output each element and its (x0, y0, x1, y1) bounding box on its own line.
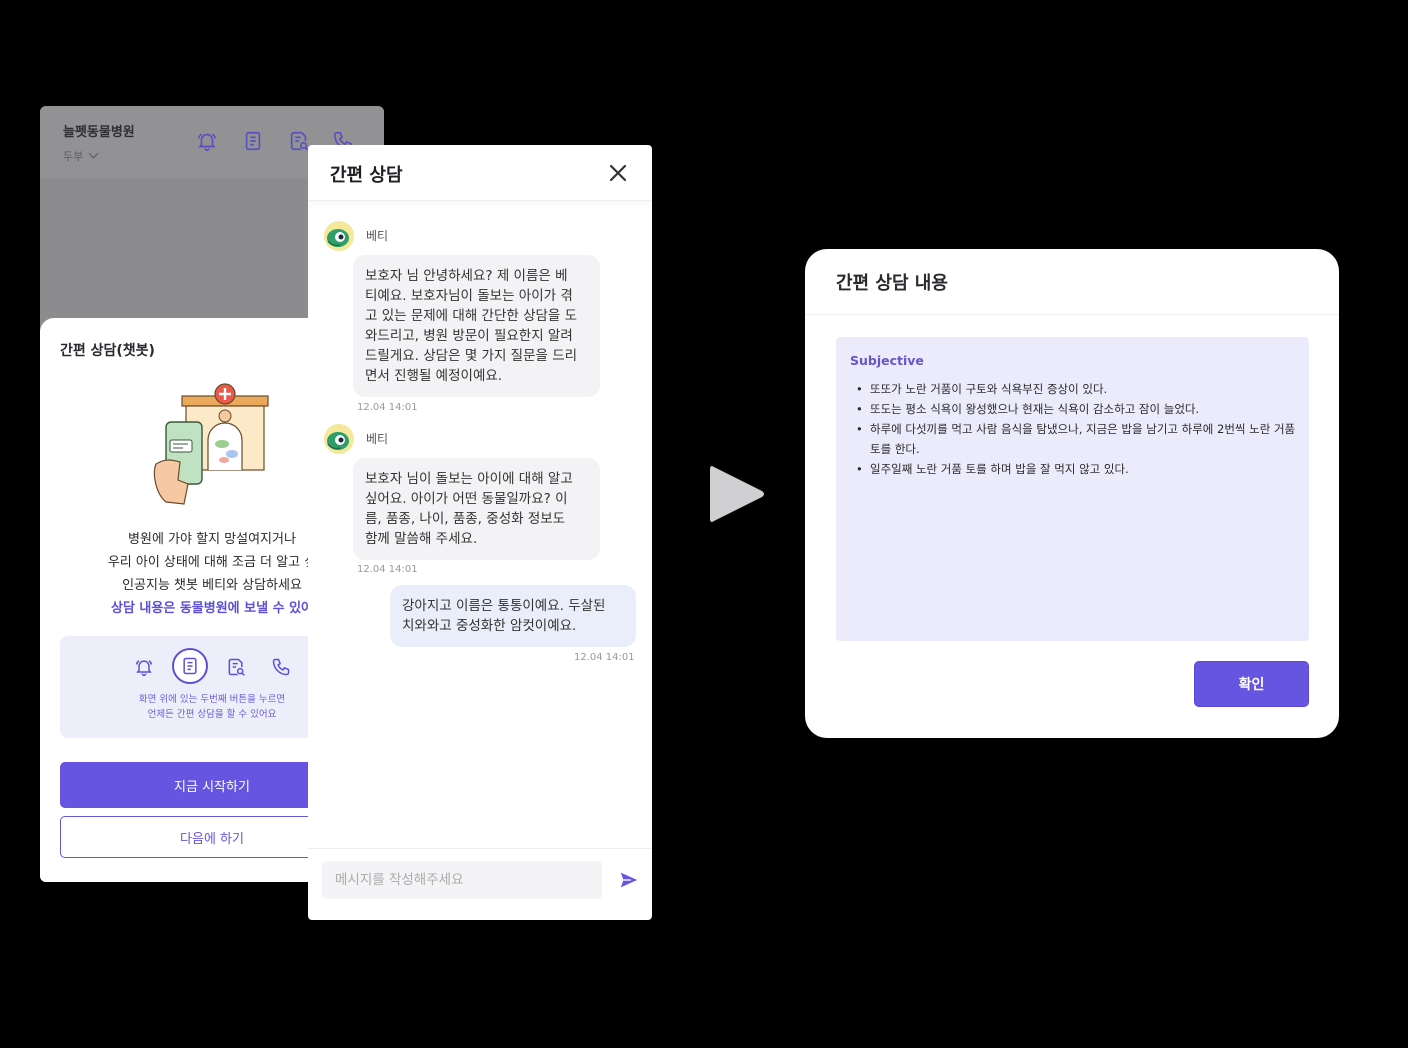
bubble-line: 함께 말씀해 주세요. (365, 531, 478, 547)
phone-icon (266, 652, 296, 682)
confirm-button[interactable]: 확인 (1194, 661, 1309, 707)
location-label: 두부 (63, 150, 84, 163)
chat-header: 간편 상담 (308, 145, 652, 201)
send-icon[interactable] (618, 869, 640, 891)
subjective-list: 또또가 노란 거품이 구토와 식욕부진 증상이 있다. 또도는 평소 식욕이 왕… (850, 379, 1298, 479)
list-item: 일주일째 노란 거품 토를 하며 밥을 잘 먹지 않고 있다. (850, 459, 1298, 479)
search-document-icon[interactable] (288, 130, 310, 152)
chat-title: 간편 상담 (330, 165, 403, 186)
bubble-line: 강아지고 이름은 통통이예요. 두살된 (402, 598, 606, 614)
bubble-line: 싶어요. 아이가 어떤 동물일까요? 이 (365, 491, 568, 507)
bubble-line: 보호자 님 안녕하세요? 제 이름은 베 (365, 268, 568, 284)
subjective-box: Subjective 또또가 노란 거품이 구토와 식욕부진 증상이 있다. 또… (836, 337, 1309, 641)
message-time: 12.04 14:01 (574, 652, 635, 663)
summary-header: 간편 상담 내용 (805, 249, 1339, 315)
bot-avatar (324, 221, 354, 251)
message-input[interactable] (322, 861, 602, 899)
subjective-label: Subjective (850, 353, 924, 368)
bell-icon[interactable] (196, 130, 218, 152)
chevron-down-icon (88, 148, 99, 159)
bot-avatar (324, 424, 354, 454)
close-icon[interactable] (608, 163, 628, 183)
bubble-line: 보호자 님이 돌보는 아이에 대해 알고 (365, 471, 573, 487)
sender-name: 베티 (366, 432, 389, 446)
chat-window: 간편 상담 베티 보호자 님 안녕하세요? 제 이름은 베 티예요. 보호자님이… (308, 145, 652, 920)
bubble-line: 면서 진행될 예정이예요. (365, 368, 503, 384)
consultation-summary-dialog: 간편 상담 내용 Subjective 또또가 노란 거품이 구토와 식욕부진 … (805, 249, 1339, 738)
chat-bubble-bot: 보호자 님이 돌보는 아이에 대해 알고 싶어요. 아이가 어떤 동물일까요? … (353, 458, 600, 560)
chat-input-bar (308, 848, 652, 920)
play-arrow-icon (710, 466, 764, 522)
bubble-line: 치와와고 중성화한 암컷이예요. (402, 618, 577, 634)
chat-bubble-bot: 보호자 님 안녕하세요? 제 이름은 베 티예요. 보호자님이 돌보는 아이가 … (353, 255, 600, 397)
message-time: 12.04 14:01 (357, 564, 418, 575)
bubble-line: 름, 품종, 나이, 품종, 중성화 정보도 (365, 511, 566, 527)
hospital-phone-illustration (153, 383, 269, 505)
bell-icon (129, 652, 159, 682)
bubble-line: 와드리고, 병원 방문이 필요한지 알려 (365, 328, 573, 344)
message-time: 12.04 14:01 (357, 402, 418, 413)
location-selector[interactable]: 두부 (63, 148, 99, 164)
list-item: 하루에 다섯끼를 먹고 사람 음식을 탐냈으나, 지금은 밥을 남기고 하루에 … (850, 419, 1298, 459)
bubble-line: 고 있는 문제에 대해 간단한 상담을 도 (365, 308, 578, 324)
bubble-line: 드릴게요. 상담은 몇 가지 질문을 드리 (365, 348, 578, 364)
document-icon (172, 648, 208, 684)
bubble-line: 티예요. 보호자님이 돌보는 아이가 겪 (365, 288, 573, 304)
list-item: 또또가 노란 거품이 구토와 식욕부진 증상이 있다. (850, 379, 1298, 399)
search-document-icon (221, 652, 251, 682)
document-icon[interactable] (242, 130, 264, 152)
sender-name: 베티 (366, 229, 389, 243)
summary-title: 간편 상담 내용 (836, 273, 948, 294)
hospital-name: 늘펫동물병원 (63, 125, 135, 140)
sheet-title: 간편 상담(챗봇) (60, 343, 155, 359)
list-item: 또도는 평소 식욕이 왕성했으나 현재는 식욕이 감소하고 잠이 늘었다. (850, 399, 1298, 419)
chat-bubble-user: 강아지고 이름은 통통이예요. 두살된 치와와고 중성화한 암컷이예요. (390, 585, 636, 647)
